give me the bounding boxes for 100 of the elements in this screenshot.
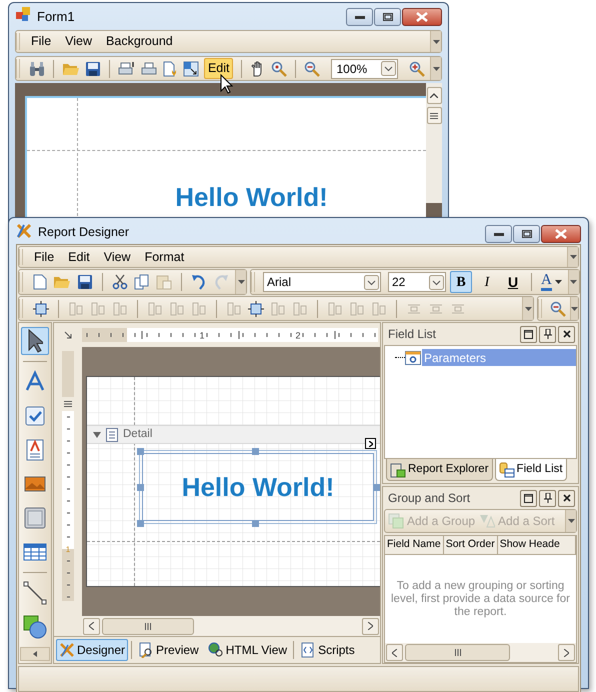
smart-tag-button[interactable] [365,438,376,449]
overflow-button[interactable] [430,31,441,52]
ruler-margin [62,351,74,397]
save-icon[interactable] [84,60,101,76]
font-field[interactable]: Arial [263,272,381,292]
cursor-icon [220,74,233,94]
overflow-button[interactable] [522,297,533,320]
preview-icon [138,642,154,658]
export-icon[interactable] [182,60,199,76]
overflow-button[interactable] [568,270,579,294]
printer-icon[interactable] [140,60,157,76]
selection-handle[interactable] [137,484,144,491]
zoom-in-icon[interactable] [409,60,426,76]
panel-tab[interactable]: Report Explorer [386,459,493,481]
selection-handle[interactable] [252,448,259,455]
checkbox-icon [23,404,47,428]
toolbox-item[interactable] [21,327,49,355]
line-icon [23,581,47,605]
maximize-button[interactable] [520,326,537,342]
column-header[interactable]: Field Name [385,536,444,555]
print-preview-icon[interactable] [118,60,136,76]
format-button[interactable]: I [476,271,498,293]
scrollbar[interactable] [82,616,380,636]
band-header[interactable]: Detail [87,425,380,444]
menu-item[interactable]: Background [99,32,180,51]
scissors-icon[interactable] [112,274,128,290]
column-header[interactable]: Show Heade [498,536,576,555]
minimize-button[interactable] [485,225,512,243]
close-icon [416,12,428,22]
zoom-out-icon[interactable] [550,300,566,316]
label-control[interactable]: Hello World! [142,453,374,521]
grip-icon[interactable] [430,112,438,118]
restore-icon [382,13,392,21]
format-button[interactable]: U [502,271,524,293]
view-tab[interactable]: Preview [135,639,202,661]
minimize-button[interactable] [346,8,373,26]
close-button[interactable] [558,490,575,506]
maximize-button[interactable] [374,8,401,26]
fit-icon[interactable] [33,300,49,316]
panel-title: Group and Sort [388,490,472,507]
overflow-button[interactable] [567,247,578,267]
menu-item[interactable]: Edit [61,248,97,266]
menu-item[interactable]: View [58,32,100,51]
copy-icon[interactable] [134,274,150,290]
dropdown-icon[interactable] [381,61,396,76]
undo-icon[interactable] [191,274,207,290]
column-header[interactable]: Sort Order [444,536,498,555]
maximize-icon [524,494,533,502]
corner-icon[interactable] [64,331,72,339]
arrow-up-icon[interactable] [430,93,438,98]
selection-handle[interactable] [252,520,259,527]
menu-item[interactable]: File [24,32,58,51]
selection-handle[interactable] [137,448,144,455]
new-document-icon[interactable] [33,274,47,290]
selection-handle[interactable] [373,484,380,491]
overflow-button[interactable] [570,297,578,320]
pin-button[interactable] [539,490,556,506]
overflow-button[interactable] [235,270,246,294]
zoom-out-icon[interactable] [304,60,320,76]
font-size-field[interactable]: 22 [388,272,446,292]
panel-tab[interactable]: Field List [494,459,567,481]
view-tab[interactable]: HTML View [204,639,290,661]
arrow-left-icon [33,651,37,657]
menu-item[interactable]: File [27,248,62,266]
edit-button[interactable]: Edit [204,58,234,79]
close-button[interactable] [402,8,442,26]
selection-handle[interactable] [137,520,144,527]
maximize-button[interactable] [513,225,540,243]
zoom-icon[interactable] [271,60,288,76]
collapse-icon[interactable] [93,432,101,438]
close-button[interactable] [541,225,581,243]
scroll-left-button[interactable] [20,647,50,661]
menu-item[interactable]: View [96,248,138,266]
dropdown-icon[interactable] [429,274,444,290]
close-button[interactable] [558,326,575,342]
caret-icon [570,280,578,284]
zoom-field[interactable]: 100% [331,58,398,78]
view-tab[interactable]: Scripts [297,639,358,661]
close-icon [562,330,570,338]
dropdown-icon[interactable] [364,274,379,290]
close-icon [562,494,570,502]
toolbox-item[interactable] [21,579,49,607]
overflow-button[interactable] [430,57,441,80]
pin-icon [544,493,552,503]
pin-button[interactable] [539,326,556,342]
format-button[interactable]: B [450,271,472,293]
maximize-button[interactable] [520,490,537,506]
grip-icon[interactable] [64,401,72,407]
save-icon[interactable] [77,274,93,290]
overflow-button[interactable] [565,510,576,532]
binoculars-icon[interactable] [28,60,45,76]
scrollbar[interactable] [385,643,576,662]
arrow-left-icon [392,648,397,656]
view-tab[interactable]: Designer [56,639,128,661]
font-color-button[interactable]: A [539,271,564,293]
size-icon[interactable] [248,300,264,316]
menu-item[interactable]: Format [138,248,192,266]
toolbox-item[interactable] [21,613,49,641]
scrollbar[interactable] [426,83,442,203]
ruler-number: 1 [66,545,70,554]
